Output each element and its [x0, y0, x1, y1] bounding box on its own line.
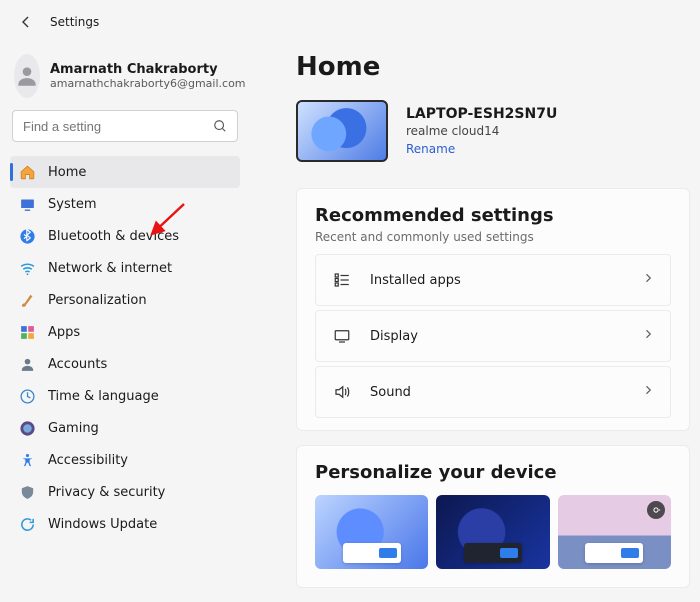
home-icon — [18, 163, 36, 181]
nav-label: Accounts — [48, 357, 107, 372]
chevron-right-icon — [642, 384, 654, 400]
apps-list-icon — [332, 270, 352, 290]
device-model: realme cloud14 — [406, 124, 557, 138]
nav-label: Gaming — [48, 421, 99, 436]
nav-time[interactable]: Time & language — [10, 380, 240, 412]
bluetooth-icon — [18, 227, 36, 245]
search-icon — [213, 119, 227, 133]
user-account[interactable]: Amarnath Chakraborty amarnathchakraborty… — [10, 48, 240, 110]
rename-link[interactable]: Rename — [406, 142, 557, 156]
nav-list: Home System Bluetooth & devices Network … — [10, 156, 240, 540]
personalize-card: Personalize your device — [296, 445, 690, 588]
nav-update[interactable]: Windows Update — [10, 508, 240, 540]
nav-label: Personalization — [48, 293, 147, 308]
theme-option-light[interactable] — [315, 495, 428, 569]
user-email: amarnathchakraborty6@gmail.com — [50, 77, 246, 90]
accessibility-icon — [18, 451, 36, 469]
row-installed-apps[interactable]: Installed apps — [315, 254, 671, 306]
nav-network[interactable]: Network & internet — [10, 252, 240, 284]
nav-system[interactable]: System — [10, 188, 240, 220]
nav-label: Time & language — [48, 389, 159, 404]
nav-label: Network & internet — [48, 261, 172, 276]
update-icon — [18, 515, 36, 533]
sidebar: Amarnath Chakraborty amarnathchakraborty… — [0, 44, 250, 602]
page-title: Home — [296, 52, 690, 82]
back-button[interactable] — [8, 4, 44, 40]
theme-option-dark[interactable] — [436, 495, 549, 569]
shield-icon — [18, 483, 36, 501]
theme-row — [315, 495, 671, 569]
recommended-settings-card: Recommended settings Recent and commonly… — [296, 188, 690, 431]
nav-label: Apps — [48, 325, 80, 340]
nav-label: Bluetooth & devices — [48, 229, 179, 244]
nav-label: Windows Update — [48, 517, 157, 532]
row-label: Display — [370, 329, 642, 344]
spotlight-badge-icon — [647, 501, 665, 519]
nav-accessibility[interactable]: Accessibility — [10, 444, 240, 476]
nav-label: Accessibility — [48, 453, 128, 468]
apps-icon — [18, 323, 36, 341]
nav-personalization[interactable]: Personalization — [10, 284, 240, 316]
person-icon — [14, 63, 40, 89]
sound-icon — [332, 382, 352, 402]
card-subtitle: Recent and commonly used settings — [315, 230, 671, 244]
arrow-left-icon — [18, 14, 34, 30]
gaming-icon — [18, 419, 36, 437]
chevron-right-icon — [642, 328, 654, 344]
nav-label: System — [48, 197, 96, 212]
nav-home[interactable]: Home — [10, 156, 240, 188]
card-title: Recommended settings — [315, 205, 671, 226]
row-label: Sound — [370, 385, 642, 400]
row-display[interactable]: Display — [315, 310, 671, 362]
nav-accounts[interactable]: Accounts — [10, 348, 240, 380]
window-title: Settings — [50, 15, 99, 29]
device-hero: LAPTOP-ESH2SN7U realme cloud14 Rename — [296, 100, 690, 162]
system-icon — [18, 195, 36, 213]
search-field[interactable] — [23, 119, 213, 134]
nav-bluetooth[interactable]: Bluetooth & devices — [10, 220, 240, 252]
display-icon — [332, 326, 352, 346]
user-name: Amarnath Chakraborty — [50, 62, 246, 77]
nav-gaming[interactable]: Gaming — [10, 412, 240, 444]
wifi-icon — [18, 259, 36, 277]
device-thumbnail — [296, 100, 388, 162]
theme-option-spotlight[interactable] — [558, 495, 671, 569]
device-name: LAPTOP-ESH2SN7U — [406, 106, 557, 122]
search-input[interactable] — [12, 110, 238, 142]
main-content: Home LAPTOP-ESH2SN7U realme cloud14 Rena… — [250, 44, 700, 602]
clock-globe-icon — [18, 387, 36, 405]
nav-apps[interactable]: Apps — [10, 316, 240, 348]
brush-icon — [18, 291, 36, 309]
avatar — [14, 54, 40, 98]
nav-privacy[interactable]: Privacy & security — [10, 476, 240, 508]
chevron-right-icon — [642, 272, 654, 288]
card-title: Personalize your device — [315, 462, 671, 483]
row-label: Installed apps — [370, 273, 642, 288]
nav-label: Privacy & security — [48, 485, 165, 500]
nav-label: Home — [48, 165, 86, 180]
row-sound[interactable]: Sound — [315, 366, 671, 418]
accounts-icon — [18, 355, 36, 373]
